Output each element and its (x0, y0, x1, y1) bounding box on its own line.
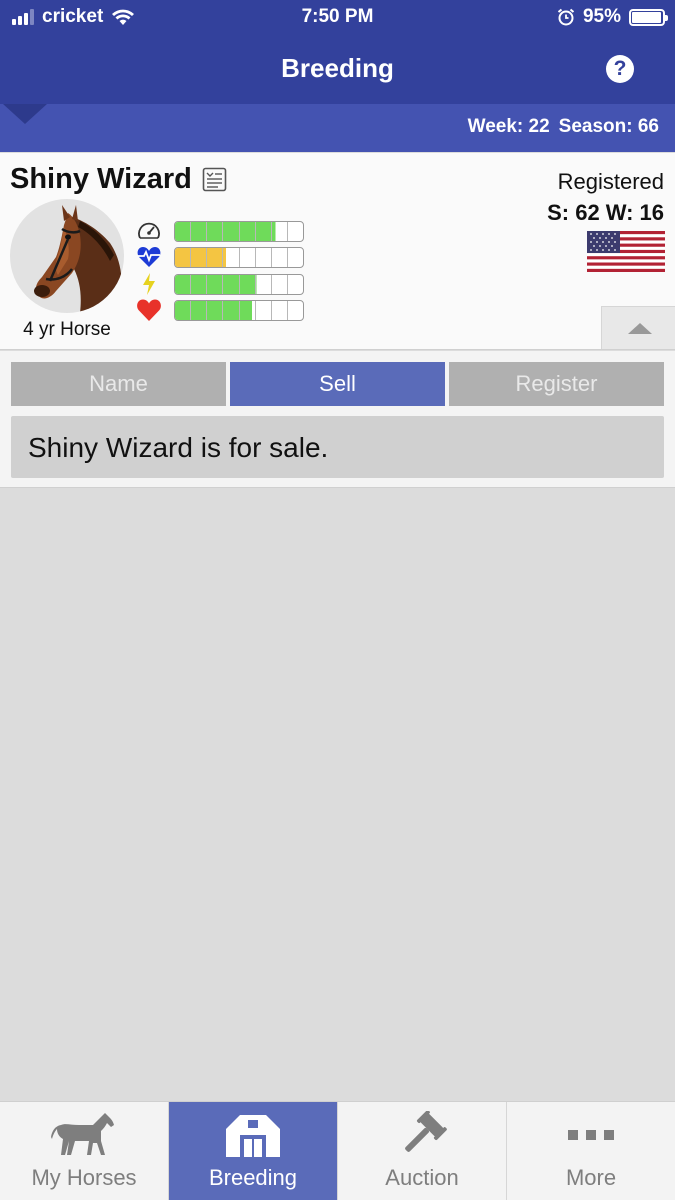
stat-bar-segment (271, 221, 288, 241)
horse-head-icon (34, 205, 122, 313)
stat-row-health (136, 298, 304, 322)
stat-bar-segment (272, 274, 288, 294)
chevron-up-icon (628, 323, 652, 334)
heart-rate-icon (136, 245, 162, 269)
action-panel: Name Sell Register Shiny Wizard is for s… (0, 351, 675, 488)
gavel-icon (338, 1110, 506, 1160)
horse-name-row: Shiny Wizard (10, 163, 227, 196)
stat-bar-segment (239, 300, 256, 320)
more-dots-icon (507, 1110, 675, 1160)
tab-breeding[interactable]: Breeding (169, 1102, 338, 1200)
tab-register[interactable]: Register (449, 362, 664, 406)
status-bar: cricket 7:50 PM 95% (0, 0, 675, 36)
stat-bar-segment (223, 274, 240, 294)
stat-bar-segment (256, 300, 272, 320)
heart-icon (136, 298, 162, 322)
stat-bar-segment (272, 300, 288, 320)
stat-bar-segment (191, 274, 208, 294)
stat-bar-segment (288, 275, 303, 294)
tab-breeding-label: Breeding (208, 1165, 298, 1190)
stat-bar-segment (207, 274, 224, 294)
stat-bar-segment (288, 301, 303, 320)
stat-bar-segment (256, 247, 272, 267)
battery-percent: 95% (582, 6, 621, 27)
stat-bar-segment (191, 221, 208, 241)
registration-status: Registered (557, 169, 664, 194)
stat-bar-segment (175, 274, 192, 294)
tab-my-horses-label: My Horses (31, 1165, 137, 1190)
stat-bar-segment (223, 300, 240, 320)
stat-bar-segment (175, 221, 192, 241)
lightning-icon (136, 272, 162, 296)
horse-avatar[interactable] (10, 199, 124, 313)
stat-bar-segment (255, 221, 272, 241)
stat-bar-segment (175, 247, 192, 267)
stat-bar-health (174, 299, 304, 321)
stat-bar-segment (288, 248, 303, 267)
horse-card: Shiny Wizard 4 yr Horse Registered S: 62… (0, 153, 675, 350)
tab-my-horses[interactable]: My Horses (0, 1102, 169, 1200)
pedigree-document-icon[interactable] (202, 167, 227, 192)
action-tabs: Name Sell Register (11, 362, 664, 406)
week-season-bar: Week: 22 Season: 66 (0, 104, 675, 152)
nav-bar: Breeding ? (0, 36, 675, 104)
stat-bar-segment (255, 274, 272, 294)
collapse-card-button[interactable] (601, 306, 675, 349)
tab-more-label: More (565, 1165, 617, 1190)
stat-bar-segment (272, 247, 288, 267)
alarm-icon (557, 8, 575, 26)
horse-age-label: 4 yr Horse (23, 319, 111, 340)
stat-row-speed (136, 219, 304, 243)
status-right: 95% (557, 6, 668, 28)
stat-s-value: S: 62 (547, 200, 600, 225)
stat-bar-heart-rate (174, 246, 304, 268)
stat-bar-segment (239, 274, 256, 294)
stat-bar-segment (191, 300, 208, 320)
stat-bar-segment (223, 247, 240, 267)
barn-icon (169, 1110, 337, 1160)
page-title: Breeding (281, 53, 394, 83)
tab-auction[interactable]: Auction (338, 1102, 507, 1200)
week-label: Week: 22 (467, 116, 550, 137)
season-label: Season: 66 (558, 116, 659, 137)
stat-row-heart-rate (136, 245, 304, 269)
tab-more[interactable]: More (507, 1102, 675, 1200)
registration-stats: S: 62 W: 16 (547, 200, 664, 226)
battery-fill (632, 11, 661, 23)
stat-bar-segment (240, 247, 256, 267)
stat-bar-energy (174, 273, 304, 295)
battery-icon (629, 8, 668, 26)
horse-icon (0, 1110, 168, 1160)
help-icon[interactable]: ? (606, 55, 634, 83)
sale-message-box: Shiny Wizard is for sale. (11, 416, 664, 478)
stat-bar-segment (239, 221, 256, 241)
stat-row-energy (136, 272, 304, 296)
speed-gauge-icon (136, 219, 162, 243)
stat-bar-segment (207, 247, 224, 267)
sale-message: Shiny Wizard is for sale. (28, 432, 329, 463)
tab-sell[interactable]: Sell (230, 362, 445, 406)
stat-bar-segment (288, 222, 303, 241)
stat-w-value: W: 16 (605, 200, 664, 225)
bottom-tab-bar: My Horses Breeding Auction More (0, 1101, 675, 1200)
stat-bar-segment (191, 247, 208, 267)
tab-name[interactable]: Name (11, 362, 226, 406)
horse-name: Shiny Wizard (10, 163, 192, 195)
week-season-info: Week: 22 Season: 66 (468, 116, 659, 138)
stat-bar-segment (175, 300, 192, 320)
stat-bar-segment (223, 221, 240, 241)
collapse-arrow-icon[interactable] (3, 104, 47, 124)
us-flag-icon (587, 231, 665, 272)
stat-bar-segment (207, 221, 224, 241)
stat-bar-speed (174, 220, 304, 242)
tab-auction-label: Auction (385, 1165, 459, 1190)
stat-bar-segment (207, 300, 224, 320)
